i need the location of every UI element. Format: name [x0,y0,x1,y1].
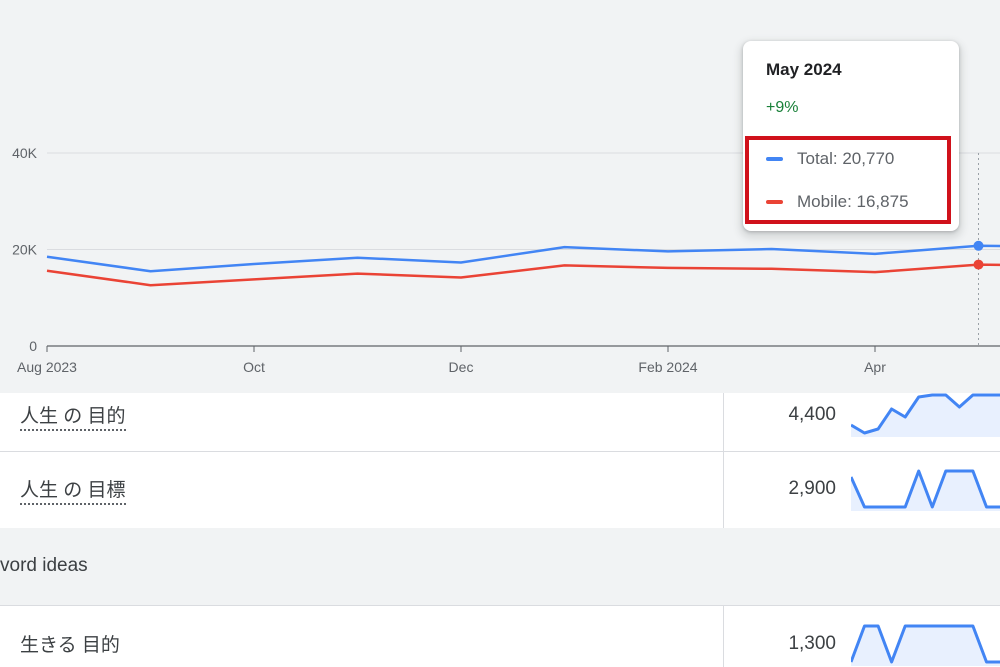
table-row[interactable]: 生きる 目的 1,300 [0,606,1000,667]
trend-sparkline [851,393,1000,437]
tooltip-title: May 2024 [766,60,842,79]
table-row[interactable]: 人生 の 目的 4,400 [0,393,1000,452]
mobile-legend-icon [766,200,783,204]
trend-sparkline [851,624,1000,666]
total-legend-icon [766,157,783,161]
column-divider [723,393,724,451]
y-tick-label: 0 [29,338,37,354]
x-tick-label: Oct [243,359,265,375]
tooltip-change: +9% [766,99,799,116]
keyword-text[interactable]: 生きる 目的 [20,630,120,657]
x-tick-label: Feb 2024 [638,359,697,375]
tooltip-total-label: Total: 20,770 [797,149,895,168]
trend-chart: 0 20K 40K Aug 2023 Oct Dec Feb 2024 Apr May 202… [0,0,1000,393]
search-volume: 4,400 [788,404,836,425]
tooltip-mobile-row: Mobile: 16,875 [766,192,909,212]
y-tick-label: 20K [12,242,38,258]
tooltip-mobile-label: Mobile: 16,875 [797,192,909,211]
keyword-text[interactable]: 人生 の 目標 [20,475,126,505]
column-divider [723,452,724,528]
y-tick-label: 40K [12,145,38,161]
search-volume: 2,900 [788,478,836,499]
tooltip-total-row: Total: 20,770 [766,149,894,169]
keyword-text[interactable]: 人生 の 目的 [20,401,126,431]
section-label: vord ideas [0,555,88,576]
keyword-table: 人生 の 目的 4,400 人生 の 目標 2,900 vord ideas 生… [0,393,1000,667]
search-volume: 1,300 [788,633,836,654]
x-tick-label: Apr [864,359,886,375]
section-header: vord ideas [0,528,1000,606]
trend-sparkline [851,469,1000,511]
mobile-hover-point [973,259,984,270]
chart-tooltip: May 2024 +9% Total: 20,770 Mobile: 16,87… [743,41,959,231]
table-row[interactable]: 人生 の 目標 2,900 [0,452,1000,529]
x-tick-label: Dec [449,359,474,375]
column-divider [723,606,724,667]
x-tick-label: Aug 2023 [17,359,77,375]
sparkline-area [851,626,1000,666]
total-hover-point [973,240,984,251]
